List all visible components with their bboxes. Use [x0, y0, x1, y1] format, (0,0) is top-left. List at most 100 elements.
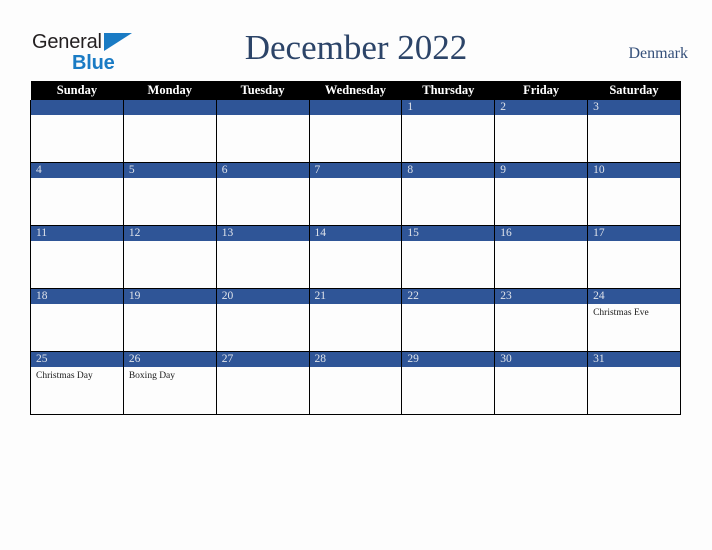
calendar-day-cell[interactable]: 8	[401, 162, 496, 226]
calendar-day-cell[interactable]: 25 Christmas Day	[30, 351, 124, 415]
calendar-day-cell[interactable]: 23	[494, 288, 589, 352]
calendar-day-cell[interactable]: 29	[401, 351, 496, 415]
day-cell-inner: 14	[309, 226, 402, 288]
calendar-week-row: 25 Christmas Day 26 Boxing Day 27 28 29 30 31	[30, 351, 681, 415]
weekday-header-sunday: Sunday	[30, 81, 124, 100]
calendar-day-cell[interactable]	[122, 100, 217, 163]
day-number: 14	[309, 226, 402, 241]
day-cell-inner	[216, 100, 309, 162]
calendar-day-cell[interactable]	[215, 100, 310, 163]
day-cell-inner: 25 Christmas Day	[31, 352, 123, 414]
day-number: 3	[588, 100, 680, 115]
calendar-day-cell[interactable]: 20	[215, 288, 310, 352]
day-cell-inner: 26 Boxing Day	[123, 352, 216, 414]
calendar-day-cell[interactable]: 26 Boxing Day	[122, 351, 217, 415]
day-cell-inner: 29	[402, 352, 495, 414]
day-number	[31, 100, 123, 115]
day-cell-inner: 24 Christmas Eve	[588, 289, 680, 351]
day-number: 10	[588, 163, 680, 178]
day-number: 15	[402, 226, 495, 241]
day-cell-inner: 1	[402, 100, 495, 162]
calendar-body: 1 2 3 4 5 6 7 8 9 10 11 12 13 14 15 16 17 18 19 20 21 22 23 24 C…	[30, 100, 681, 415]
day-number: 5	[123, 163, 216, 178]
calendar-day-cell[interactable]: 15	[401, 225, 496, 289]
day-number: 28	[309, 352, 402, 367]
holiday-label: Boxing Day	[128, 371, 176, 381]
calendar-day-cell[interactable]: 3	[587, 100, 681, 163]
day-number: 25	[31, 352, 123, 367]
weekday-header-monday: Monday	[123, 81, 217, 100]
day-number	[123, 100, 216, 115]
calendar-week-row: 11 12 13 14 15 16 17	[30, 225, 681, 289]
day-cell-inner: 9	[495, 163, 588, 225]
day-cell-inner: 13	[216, 226, 309, 288]
day-cell-inner: 11	[31, 226, 123, 288]
holiday-label: Christmas Eve	[593, 308, 649, 318]
calendar-day-cell[interactable]: 9	[494, 162, 589, 226]
calendar-day-cell[interactable]: 4	[30, 162, 124, 226]
day-events: Boxing Day	[124, 367, 216, 382]
day-cell-inner: 19	[123, 289, 216, 351]
country-label: Denmark	[628, 45, 688, 62]
calendar-day-cell[interactable]: 16	[494, 225, 589, 289]
day-cell-inner	[31, 100, 123, 162]
calendar-day-cell[interactable]: 10	[587, 162, 681, 226]
day-events: Christmas Eve	[588, 304, 680, 319]
day-cell-inner: 12	[123, 226, 216, 288]
calendar-day-cell[interactable]: 6	[215, 162, 310, 226]
calendar-day-cell[interactable]	[308, 100, 403, 163]
calendar-day-cell[interactable]: 19	[122, 288, 217, 352]
day-number: 6	[216, 163, 309, 178]
page-header: General Blue December 2022 Denmark	[0, 0, 712, 81]
day-cell-inner: 18	[31, 289, 123, 351]
day-cell-inner: 27	[216, 352, 309, 414]
day-cell-inner: 8	[402, 163, 495, 225]
day-cell-inner: 15	[402, 226, 495, 288]
calendar-day-cell[interactable]: 11	[30, 225, 124, 289]
calendar-week-row: 4 5 6 7 8 9 10	[30, 162, 681, 226]
calendar-day-cell[interactable]: 7	[308, 162, 403, 226]
calendar-week-row: 18 19 20 21 22 23 24 Christmas Eve	[30, 288, 681, 352]
day-number: 4	[31, 163, 123, 178]
calendar-day-cell[interactable]: 1	[401, 100, 496, 163]
day-cell-inner: 22	[402, 289, 495, 351]
calendar-day-cell[interactable]: 27	[215, 351, 310, 415]
day-cell-inner: 16	[495, 226, 588, 288]
calendar-day-cell[interactable]: 17	[587, 225, 681, 289]
calendar-day-cell[interactable]: 18	[30, 288, 124, 352]
day-number: 30	[495, 352, 588, 367]
day-number: 16	[495, 226, 588, 241]
day-cell-inner: 31	[588, 352, 680, 414]
calendar-day-cell[interactable]: 22	[401, 288, 496, 352]
day-number: 11	[31, 226, 123, 241]
calendar-day-cell[interactable]: 12	[122, 225, 217, 289]
weekday-header-tuesday: Tuesday	[216, 81, 310, 100]
calendar-day-cell[interactable]: 2	[494, 100, 589, 163]
day-cell-inner: 21	[309, 289, 402, 351]
calendar-day-cell[interactable]: 31	[587, 351, 681, 415]
calendar-day-cell[interactable]	[30, 100, 124, 163]
day-number: 24	[588, 289, 680, 304]
calendar-day-cell[interactable]: 21	[308, 288, 403, 352]
day-number: 19	[123, 289, 216, 304]
day-events: Christmas Day	[31, 367, 123, 382]
day-cell-inner	[123, 100, 216, 162]
day-number: 23	[495, 289, 588, 304]
day-number: 17	[588, 226, 680, 241]
calendar-day-cell[interactable]: 28	[308, 351, 403, 415]
calendar-day-cell[interactable]: 14	[308, 225, 403, 289]
weekday-header-thursday: Thursday	[401, 81, 495, 100]
calendar-day-cell[interactable]: 5	[122, 162, 217, 226]
day-number: 29	[402, 352, 495, 367]
day-number: 20	[216, 289, 309, 304]
day-number: 21	[309, 289, 402, 304]
calendar-day-cell[interactable]: 24 Christmas Eve	[587, 288, 681, 352]
weekday-header-row: Sunday Monday Tuesday Wednesday Thursday…	[30, 81, 681, 100]
day-number: 27	[216, 352, 309, 367]
calendar-day-cell[interactable]: 13	[215, 225, 310, 289]
day-cell-inner: 20	[216, 289, 309, 351]
calendar-day-cell[interactable]: 30	[494, 351, 589, 415]
day-number: 31	[588, 352, 680, 367]
day-cell-inner: 17	[588, 226, 680, 288]
day-number: 8	[402, 163, 495, 178]
